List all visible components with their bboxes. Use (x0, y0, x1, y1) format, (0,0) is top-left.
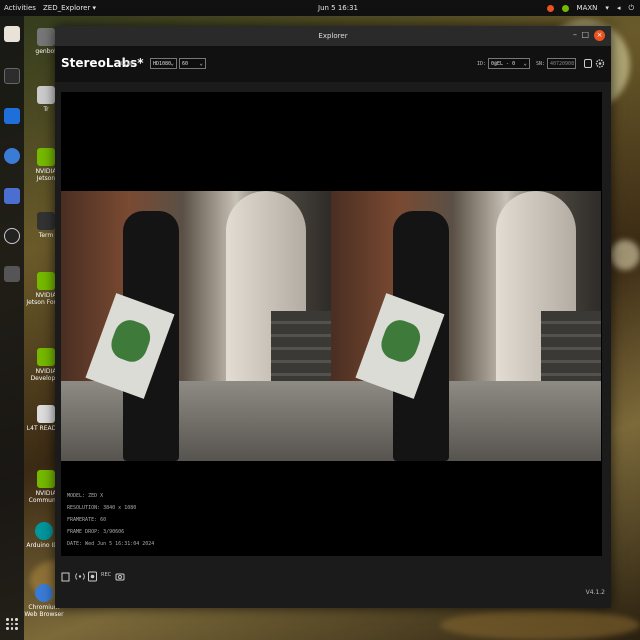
files-icon[interactable] (4, 26, 20, 42)
fps-select[interactable]: 60 ⌄ (179, 58, 206, 69)
frame-drop-text: FRAME DROP: 3/90606 (67, 529, 125, 535)
chevron-down-icon: ⌄ (170, 60, 174, 67)
wallpaper-bokeh (610, 240, 640, 270)
left-camera-image (61, 191, 331, 461)
right-camera-image (331, 191, 601, 461)
camera-viewport[interactable]: MODEL: ZED X RESOLUTION: 3840 x 1080 FRA… (61, 92, 602, 556)
version-label: V4.1.2 (585, 589, 605, 596)
system-top-bar: Activities ZED_Explorer ▾ Jun 5 16:31 MA… (0, 0, 640, 16)
rec-label[interactable]: REC (101, 572, 111, 583)
terminal-icon[interactable] (4, 68, 20, 84)
id-label: ID: (477, 61, 487, 67)
resolution-select[interactable]: HD1080 ⌄ (150, 58, 177, 69)
show-apps-icon[interactable] (6, 618, 18, 630)
chevron-down-icon: ⌄ (199, 60, 203, 67)
app-toolbar: StereoLabs* LIVE HD1080 ⌄ 60 ⌄ ID: 0@EL - … (55, 46, 611, 82)
stream-icon[interactable] (75, 571, 85, 582)
window-title: Explorer (318, 32, 348, 40)
dock (0, 16, 24, 640)
power-icon: ⏻ (628, 3, 634, 12)
explorer-window: Explorer – □ × StereoLabs* LIVE HD1080 ⌄ … (55, 26, 611, 608)
screenshot-icon[interactable] (4, 188, 20, 204)
model-text: MODEL: ZED X (67, 493, 104, 499)
close-button[interactable]: × (594, 30, 605, 41)
record-icon[interactable] (88, 571, 97, 582)
app-menu[interactable]: ZED_Explorer ▾ (43, 4, 96, 12)
network-icon: ▾ (605, 4, 609, 12)
camera-mode-icon[interactable] (583, 58, 593, 69)
ubuntu-icon (546, 4, 554, 12)
date-text: DATE: Wed Jun 5 16:31:04 2024 (67, 541, 155, 547)
serial-number-field: 40720908 (547, 58, 576, 69)
settings-icon[interactable] (595, 58, 605, 69)
minimize-button[interactable]: – (573, 31, 577, 39)
vscode-icon[interactable] (4, 108, 20, 124)
wallpaper-bokeh (440, 610, 640, 640)
resolution-text: RESOLUTION: 3840 x 1080 (67, 505, 137, 511)
system-tray[interactable]: MAXN ▾ ◂ ⏻ (546, 3, 634, 13)
chevron-down-icon: ⌄ (523, 60, 527, 67)
activities-button[interactable]: Activities (4, 4, 36, 12)
bottom-toolbar: REC V4.1.2 (55, 561, 611, 601)
zed-explorer-icon[interactable] (4, 266, 20, 282)
clock[interactable]: Jun 5 16:31 (318, 4, 358, 12)
camera-id-select[interactable]: 0@EL - 0 ⌄ (488, 58, 530, 69)
obs-icon[interactable] (4, 228, 20, 244)
power-mode-label: MAXN (576, 4, 598, 12)
framerate-text: FRAMERATE: 60 (67, 517, 107, 523)
camera-info-overlay: MODEL: ZED X RESOLUTION: 3840 x 1080 FRA… (67, 490, 154, 550)
volume-icon: ◂ (616, 4, 621, 12)
nvidia-icon (561, 4, 569, 12)
sn-label: SN: (536, 61, 546, 67)
chromium-icon[interactable] (4, 148, 20, 164)
folder-icon[interactable] (61, 571, 70, 582)
live-indicator: LIVE (121, 61, 134, 67)
maximize-button[interactable]: □ (581, 31, 589, 39)
snapshot-icon[interactable] (115, 571, 125, 582)
window-titlebar[interactable]: Explorer – □ × (55, 26, 611, 46)
